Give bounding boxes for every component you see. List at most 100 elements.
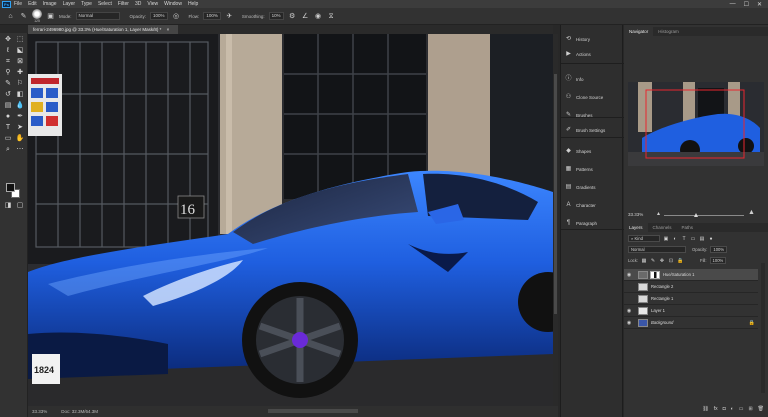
fill-field[interactable]: 100% — [709, 257, 727, 264]
hand-tool-icon[interactable]: ✋ — [15, 134, 25, 143]
pressure-size-icon[interactable]: ◉ — [314, 12, 323, 21]
status-doc-info[interactable]: Doc: 32.3M/64.3M — [61, 409, 98, 414]
panel-patterns[interactable]: ▦ Patterns — [561, 161, 624, 177]
navigator-zoom-slider[interactable] — [664, 213, 744, 217]
clone-stamp-tool-icon[interactable]: ⚐ — [15, 79, 25, 88]
blur-tool-icon[interactable]: 💧 — [15, 101, 25, 110]
tab-histogram[interactable]: Histogram — [653, 27, 684, 36]
new-layer-icon[interactable]: ⊞ — [748, 406, 752, 412]
smoothing-field[interactable]: 10% — [268, 12, 284, 20]
foreground-color-swatch[interactable] — [6, 183, 15, 192]
filter-pixel-icon[interactable]: ▣ — [663, 236, 669, 242]
panel-shapes[interactable]: ◆ Shapes — [561, 143, 624, 159]
zoom-out-icon[interactable]: ▴ — [657, 210, 660, 217]
brush-tool-icon[interactable]: ✎ — [3, 79, 13, 88]
document-tab-close[interactable]: × — [167, 27, 170, 32]
navigator-zoom-knob[interactable] — [694, 213, 698, 217]
smoothing-settings-gear-icon[interactable]: ⚙ — [288, 12, 297, 21]
airbrush-icon[interactable]: ✈ — [225, 12, 234, 21]
navigator-zoom-value[interactable]: 33.33% — [628, 212, 643, 217]
zoom-in-icon[interactable]: ▲ — [748, 209, 755, 216]
new-adjustment-layer-icon[interactable]: ◐ — [731, 406, 734, 412]
lock-position-icon[interactable]: ✥ — [659, 258, 665, 264]
delete-layer-icon[interactable]: 🗑 — [758, 406, 764, 412]
opacity-field[interactable]: 100% — [150, 12, 168, 20]
marquee-tool-icon[interactable]: ⬚ — [15, 35, 25, 44]
lock-transparent-icon[interactable]: ▦ — [641, 258, 647, 264]
screen-mode-icon[interactable]: ▢ — [15, 201, 25, 210]
filter-smart-object-icon[interactable]: ▤ — [699, 236, 705, 242]
layers-scrollbar[interactable] — [761, 263, 765, 393]
quick-mask-icon[interactable]: ◨ — [3, 201, 13, 210]
layer-mask-thumbnail[interactable] — [650, 270, 660, 279]
menu-window[interactable]: Window — [164, 1, 182, 7]
menu-file[interactable]: File — [14, 1, 22, 7]
menu-view[interactable]: View — [147, 1, 158, 7]
eyedropper-tool-icon[interactable]: ⚲ — [3, 68, 13, 77]
panel-brush-settings[interactable]: ✐ Brush Settings — [561, 122, 624, 138]
dodge-tool-icon[interactable]: ● — [3, 112, 13, 121]
menu-type[interactable]: Type — [81, 1, 92, 7]
layer-style-icon[interactable]: fx — [714, 406, 718, 412]
canvas-vertical-scrollbar[interactable] — [553, 34, 558, 406]
crop-tool-icon[interactable]: ⌗ — [3, 57, 13, 66]
panel-info[interactable]: ⓘ Info — [561, 71, 624, 87]
move-tool-icon[interactable]: ✥ — [3, 35, 13, 44]
type-tool-icon[interactable]: T — [3, 123, 13, 132]
visibility-eye-icon[interactable]: ◉ — [624, 320, 634, 326]
tab-paths[interactable]: Paths — [677, 223, 699, 232]
filter-shape-icon[interactable]: ▭ — [690, 236, 696, 242]
pen-tool-icon[interactable]: ✒ — [15, 112, 25, 121]
eraser-tool-icon[interactable]: ◧ — [15, 90, 25, 99]
rectangle-tool-icon[interactable]: ▭ — [3, 134, 13, 143]
menu-help[interactable]: Help — [188, 1, 198, 7]
object-select-tool-icon[interactable]: ⬕ — [15, 46, 25, 55]
menu-edit[interactable]: Edit — [28, 1, 37, 7]
mode-select[interactable]: Normal — [75, 12, 120, 20]
canvas-scroll-thumb[interactable] — [554, 74, 557, 314]
filter-adjustment-icon[interactable]: ◐ — [672, 236, 678, 242]
flow-field[interactable]: 100% — [203, 12, 221, 20]
blend-mode-select[interactable]: Normal — [628, 246, 686, 253]
brush-panel-toggle-icon[interactable]: ▣ — [46, 12, 55, 21]
status-zoom[interactable]: 33.33% — [32, 409, 47, 414]
panel-history[interactable]: ⟲ History — [561, 31, 624, 47]
menu-select[interactable]: Select — [98, 1, 112, 7]
menu-filter[interactable]: Filter — [118, 1, 129, 7]
document-canvas[interactable]: 16 1824 — [28, 34, 553, 406]
home-icon[interactable]: ⌂ — [6, 12, 15, 21]
layer-row[interactable]: ◉ Layer 1 — [624, 305, 758, 317]
layer-row[interactable]: ◉ Hue/Saturation 1 — [624, 269, 758, 281]
path-select-tool-icon[interactable]: ➤ — [15, 123, 25, 132]
panel-gradients[interactable]: ▤ Gradients — [561, 179, 624, 195]
brush-tool-icon[interactable]: ✎ — [19, 12, 28, 21]
filter-type-icon[interactable]: T — [681, 236, 687, 242]
brush-preset-picker[interactable]: 125 — [32, 9, 42, 23]
panel-actions[interactable]: ▶ Actions — [561, 46, 624, 62]
filter-toggle-icon[interactable]: ● — [708, 236, 714, 242]
link-layers-icon[interactable]: ⛓ — [702, 406, 708, 412]
lock-all-icon[interactable]: 🔒 — [677, 258, 683, 264]
layer-opacity-field[interactable]: 100% — [710, 246, 728, 253]
visibility-eye-icon[interactable]: ◉ — [624, 308, 634, 314]
lasso-tool-icon[interactable]: ℓ — [3, 46, 13, 55]
document-tab[interactable]: ferrari-2496980.jpg @ 33.3% (Hue/Saturat… — [28, 25, 178, 34]
lock-image-icon[interactable]: ✎ — [650, 258, 656, 264]
close-button[interactable]: ✕ — [757, 1, 762, 8]
pressure-opacity-icon[interactable]: ◎ — [172, 12, 181, 21]
minimize-button[interactable]: — — [730, 1, 736, 8]
lock-artboard-icon[interactable]: ⊡ — [668, 258, 674, 264]
zoom-tool-icon[interactable]: ⌕ — [3, 145, 13, 154]
frame-tool-icon[interactable]: ⊠ — [15, 57, 25, 66]
panel-character[interactable]: A Character — [561, 197, 624, 213]
layer-filter-kind[interactable]: ⌕ Kind — [628, 235, 660, 242]
panel-clone-source[interactable]: ⚇ Clone Source — [561, 89, 624, 105]
healing-brush-tool-icon[interactable]: ✚ — [15, 68, 25, 77]
tab-layers[interactable]: Layers — [624, 223, 648, 232]
menu-image[interactable]: Image — [43, 1, 57, 7]
layer-row[interactable]: Rectangle 2 — [624, 281, 758, 293]
navigator-thumbnail[interactable] — [628, 82, 764, 166]
visibility-eye-icon[interactable]: ◉ — [624, 272, 634, 278]
layer-row[interactable]: ◉ Background 🔒 — [624, 317, 758, 329]
maximize-button[interactable]: ☐ — [744, 1, 749, 8]
